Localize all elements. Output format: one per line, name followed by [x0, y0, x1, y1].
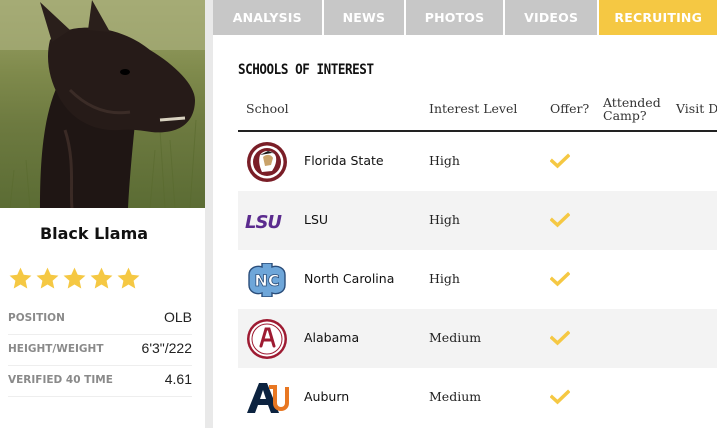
column-header-visit-date: Visit Da [676, 101, 717, 116]
table-row[interactable]: Florida State High [238, 132, 717, 191]
school-name: LSU [304, 212, 329, 227]
star-icon [36, 267, 59, 289]
star-icon [90, 267, 113, 289]
table-row[interactable]: Auburn Medium [238, 368, 717, 427]
divider [8, 396, 192, 397]
table-row[interactable]: LSU LSU High [238, 191, 717, 250]
column-header-attended-camp: Attended Camp? [603, 95, 661, 123]
auburn-logo-icon [245, 378, 289, 418]
star-icon [9, 267, 32, 289]
florida-state-logo-icon [245, 142, 289, 182]
lsu-logo-icon: LSU [245, 201, 289, 241]
interest-level: High [429, 153, 460, 168]
alabama-logo-icon [245, 319, 289, 359]
star-rating [8, 266, 141, 291]
check-icon [550, 153, 570, 169]
column-header-interest: Interest Level [429, 101, 518, 116]
tab-analysis[interactable]: ANALYSIS [213, 0, 322, 35]
player-name: Black Llama [39, 224, 149, 243]
tab-news[interactable]: NEWS [323, 0, 405, 35]
recruiting-panel: SCHOOLS OF INTEREST School Interest Leve… [213, 35, 717, 428]
tab-photos[interactable]: PHOTOS [406, 0, 503, 35]
school-name: North Carolina [304, 271, 395, 286]
tab-videos[interactable]: VIDEOS [504, 0, 598, 35]
divider [8, 365, 192, 366]
interest-level: High [429, 271, 460, 286]
school-name: Auburn [304, 389, 350, 404]
north-carolina-logo-icon: NC [245, 260, 289, 300]
tab-recruiting[interactable]: RECRUITING [599, 0, 717, 35]
check-icon [550, 330, 570, 346]
check-icon [550, 271, 570, 287]
check-icon [550, 212, 570, 228]
table-row[interactable]: NC North Carolina High [238, 250, 717, 309]
table-row[interactable]: Alabama Medium [238, 309, 717, 368]
svg-text:LSU: LSU [245, 212, 282, 231]
interest-level: High [429, 212, 460, 227]
column-divider [205, 0, 213, 428]
interest-level: Medium [429, 330, 482, 345]
star-icon [63, 267, 86, 289]
divider [8, 334, 192, 335]
stat-value: 4.61 [164, 371, 192, 387]
interest-level: Medium [429, 389, 482, 404]
svg-text:NC: NC [254, 271, 279, 290]
stat-label: POSITION [8, 312, 65, 324]
stat-label: HEIGHT/WEIGHT [8, 343, 104, 355]
stat-position: POSITION OLB [8, 309, 192, 335]
stat-value: OLB [163, 309, 192, 325]
check-icon [550, 389, 570, 405]
player-photo [0, 0, 205, 208]
school-name: Alabama [304, 330, 360, 345]
stat-forty-time: VERIFIED 40 TIME 4.61 [8, 371, 192, 397]
player-profile: Black Llama POSITION OLB HEIGHT/WEIGHT 6… [0, 0, 205, 428]
star-icon [117, 267, 140, 289]
stat-height-weight: HEIGHT/WEIGHT 6'3"/222 [8, 340, 192, 366]
column-header-offer: Offer? [550, 101, 590, 116]
section-title: SCHOOLS OF INTEREST [238, 62, 374, 78]
column-header-school: School [246, 101, 289, 116]
school-name: Florida State [304, 153, 384, 168]
stat-label: VERIFIED 40 TIME [8, 374, 113, 386]
profile-tabs: ANALYSIS NEWS PHOTOS VIDEOS RECRUITING [213, 0, 717, 35]
stat-value: 6'3"/222 [141, 340, 192, 356]
